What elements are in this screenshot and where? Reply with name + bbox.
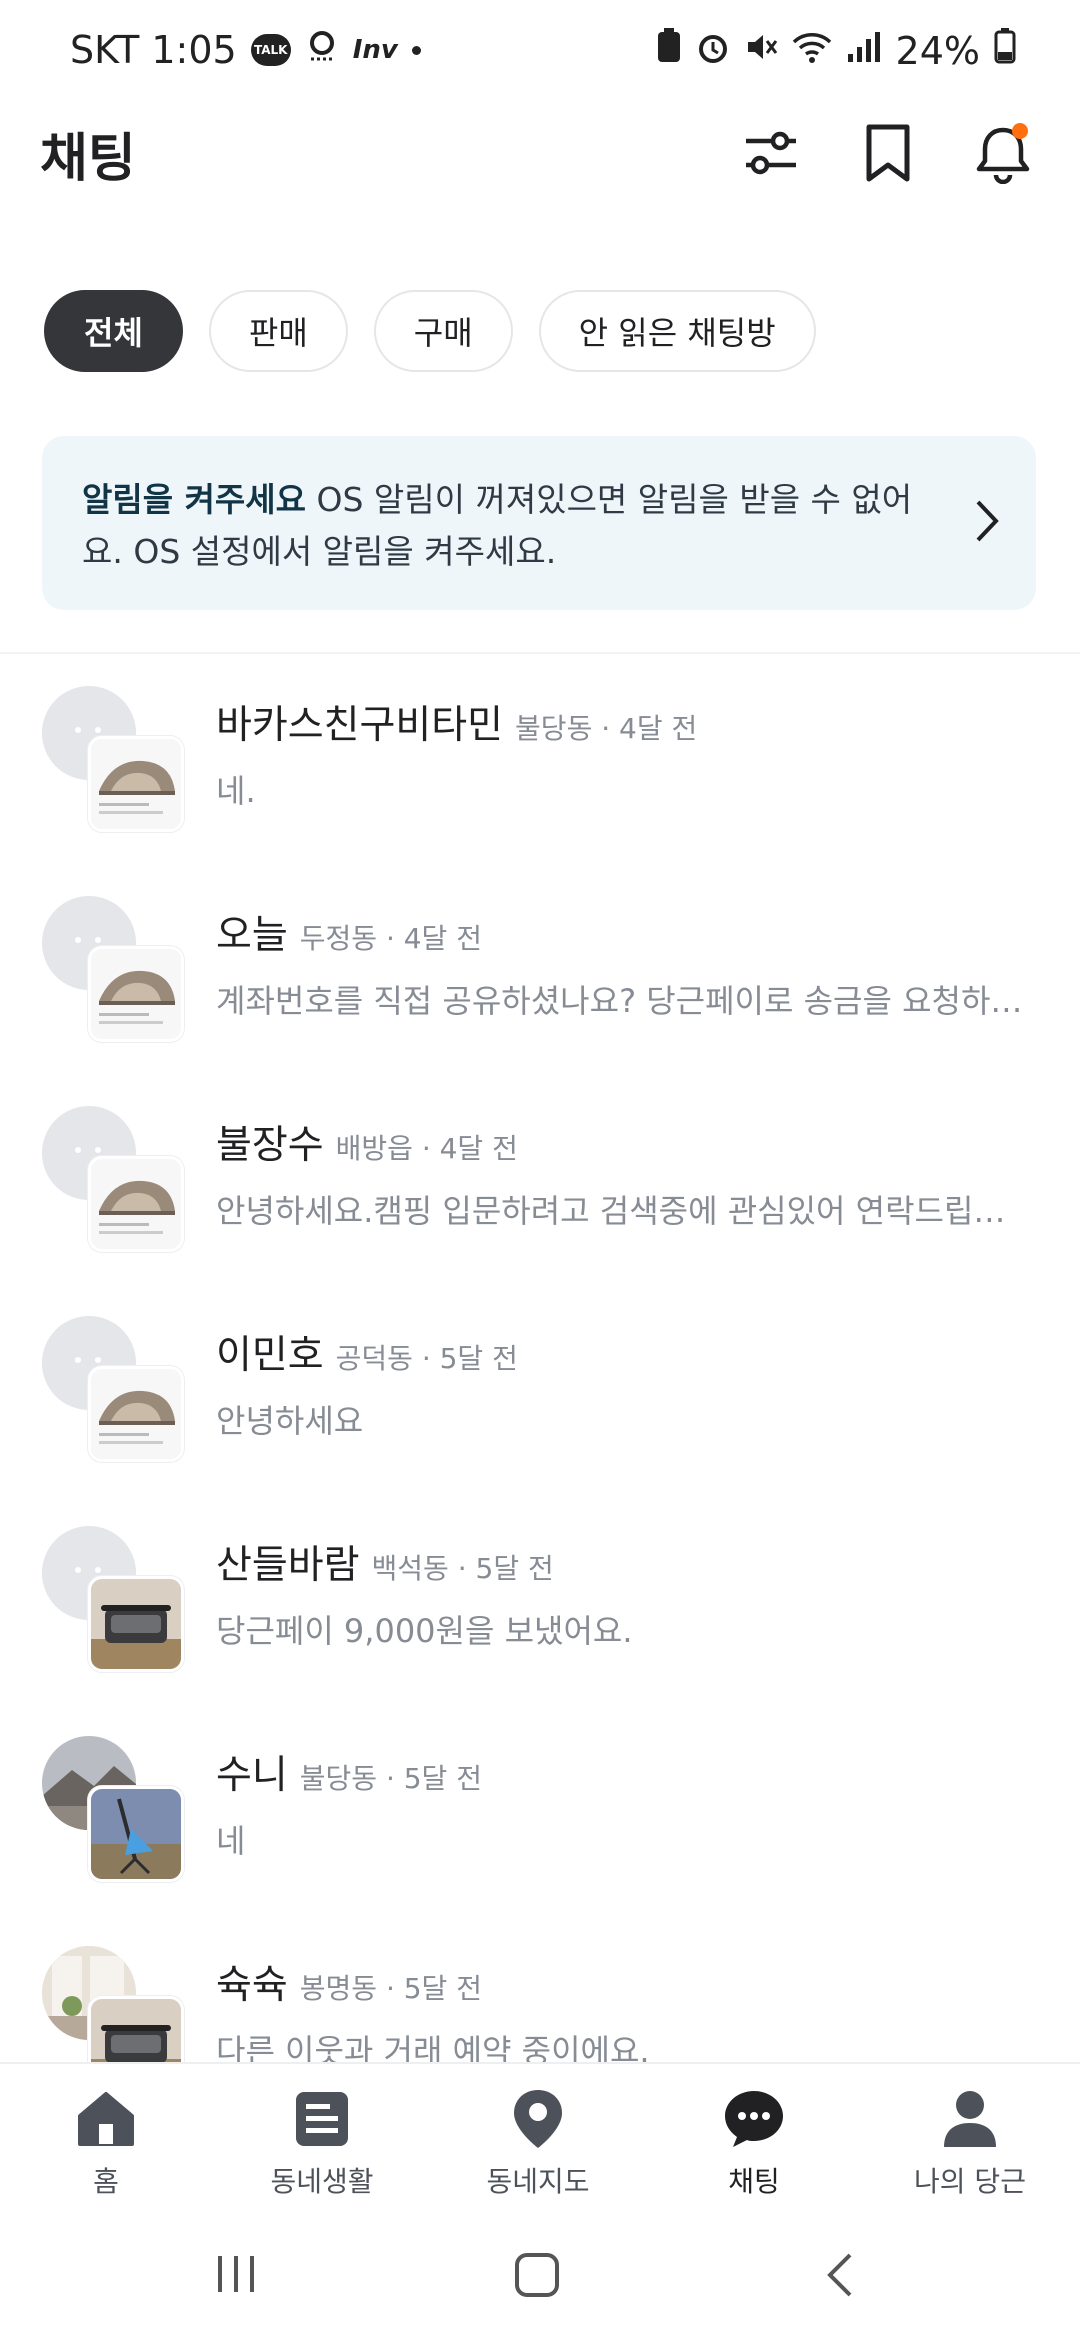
- chat-list-item[interactable]: 수니 불당동 · 5달 전 네: [0, 1706, 1080, 1916]
- chat-list-item[interactable]: 오늘 두정동 · 4달 전 계좌번호를 직접 공유하셨나요? 당근페이로 송금을…: [0, 866, 1080, 1076]
- chat-partner-name: 이민호: [216, 1333, 324, 1378]
- chat-filter-chips: 전체 판매 구매 안 읽은 채팅방: [44, 290, 816, 372]
- recent-apps-icon[interactable]: [214, 2252, 258, 2300]
- nav-map[interactable]: 동네지도: [438, 2086, 638, 2200]
- chat-meta: 배방읍 · 4달 전: [335, 1132, 518, 1165]
- nav-my-profile[interactable]: 나의 당근: [870, 2086, 1070, 2200]
- bottom-navigation: 홈 동네생활 동네지도 채팅 나의 당근: [0, 2062, 1080, 2214]
- filter-chip-unread[interactable]: 안 읽은 채팅방: [538, 290, 816, 372]
- notification-banner[interactable]: 알림을 켜주세요 OS 알림이 꺼져있으면 알림을 받을 수 없어요. OS 설…: [42, 436, 1036, 610]
- product-thumbnail: [88, 1156, 184, 1252]
- home-icon: [71, 2086, 141, 2152]
- filter-chip-selling[interactable]: 판매: [208, 290, 348, 372]
- system-navigation-bar: [0, 2212, 1080, 2340]
- product-thumbnail: [88, 946, 184, 1042]
- search-notification-icon: [305, 28, 339, 72]
- product-thumbnail: [88, 1366, 184, 1462]
- alarm-icon: [696, 29, 730, 73]
- product-thumbnail: [88, 736, 184, 832]
- talk-notification-icon: TALK: [250, 34, 291, 66]
- map-pin-icon: [503, 2086, 573, 2152]
- last-message: 네: [216, 1822, 246, 1860]
- bell-icon[interactable]: [968, 118, 1038, 188]
- product-thumbnail: [88, 1576, 184, 1672]
- nav-home[interactable]: 홈: [6, 2086, 206, 2200]
- page-title: 채팅: [40, 129, 136, 189]
- nav-label: 홈: [93, 2165, 119, 2198]
- chat-meta: 봉명동 · 5달 전: [299, 1972, 482, 2005]
- home-button-icon[interactable]: [514, 2252, 560, 2302]
- last-message: 계좌번호를 직접 공유하셨나요? 당근페이로 송금을 요청하세요.: [216, 982, 1026, 1020]
- carrier-time: SKT 1:05: [70, 28, 237, 72]
- mute-icon: [744, 29, 778, 73]
- app-header: 채팅: [0, 100, 1080, 210]
- battery-saver-icon: [656, 28, 682, 73]
- chat-meta: 공덕동 · 5달 전: [335, 1342, 518, 1375]
- last-message: 안녕하세요: [216, 1402, 364, 1440]
- nav-chat[interactable]: 채팅: [654, 2086, 854, 2200]
- filter-chip-all[interactable]: 전체: [44, 290, 183, 372]
- last-message: 당근페이 9,000원을 보냈어요.: [216, 1612, 633, 1650]
- chat-partner-name: 산들바람: [216, 1543, 360, 1588]
- chat-partner-name: 수니: [216, 1753, 288, 1798]
- chat-list-item[interactable]: 바카스친구비타민 불당동 · 4달 전 네.: [0, 656, 1080, 866]
- chat-partner-name: 오늘: [216, 913, 288, 958]
- bookmark-icon[interactable]: [853, 118, 923, 188]
- product-thumbnail: [88, 1786, 184, 1882]
- inv-notification-icon: Inv: [352, 35, 398, 65]
- chat-list-item[interactable]: 이민호 공덕동 · 5달 전 안녕하세요: [0, 1286, 1080, 1496]
- nav-community[interactable]: 동네생활: [222, 2086, 422, 2200]
- board-icon: [287, 2086, 357, 2152]
- filter-chip-buying[interactable]: 구매: [373, 290, 513, 372]
- chat-meta: 두정동 · 4달 전: [299, 922, 482, 955]
- battery-percent: 24%: [895, 28, 980, 73]
- chat-partner-name: 슉슉: [216, 1963, 288, 2008]
- wifi-icon: [792, 29, 832, 73]
- chat-meta: 불당동 · 4달 전: [515, 712, 698, 745]
- more-notifications-dot: [411, 45, 421, 55]
- person-icon: [935, 2086, 1005, 2152]
- chat-list-item[interactable]: 산들바람 백석동 · 5달 전 당근페이 9,000원을 보냈어요.: [0, 1496, 1080, 1706]
- filter-sliders-icon[interactable]: [736, 118, 806, 188]
- last-message: 안녕하세요.캠핑 입문하려고 검색중에 관심있어 연락드립니다.: [216, 1192, 1026, 1230]
- nav-label: 동네지도: [486, 2165, 590, 2198]
- chat-list-item[interactable]: 불장수 배방읍 · 4달 전 안녕하세요.캠핑 입문하려고 검색중에 관심있어 …: [0, 1076, 1080, 1286]
- battery-icon: [994, 28, 1016, 73]
- nav-label: 나의 당근: [914, 2165, 1026, 2198]
- back-button-icon[interactable]: [824, 2252, 854, 2302]
- chat-partner-name: 바카스친구비타민: [216, 703, 504, 748]
- chevron-right-icon: [974, 498, 1000, 559]
- chat-partner-name: 불장수: [216, 1123, 324, 1168]
- nav-label: 채팅: [728, 2165, 780, 2198]
- signal-icon: [846, 29, 882, 73]
- nav-label: 동네생활: [270, 2165, 374, 2198]
- chat-icon: [719, 2086, 789, 2152]
- section-divider: [0, 652, 1080, 654]
- last-message: 네.: [216, 772, 256, 810]
- banner-title: 알림을 켜주세요: [82, 480, 307, 519]
- chat-meta: 불당동 · 5달 전: [299, 1762, 482, 1795]
- chat-meta: 백석동 · 5달 전: [371, 1552, 554, 1585]
- status-bar: SKT 1:05 TALK Inv 24%: [0, 0, 1080, 100]
